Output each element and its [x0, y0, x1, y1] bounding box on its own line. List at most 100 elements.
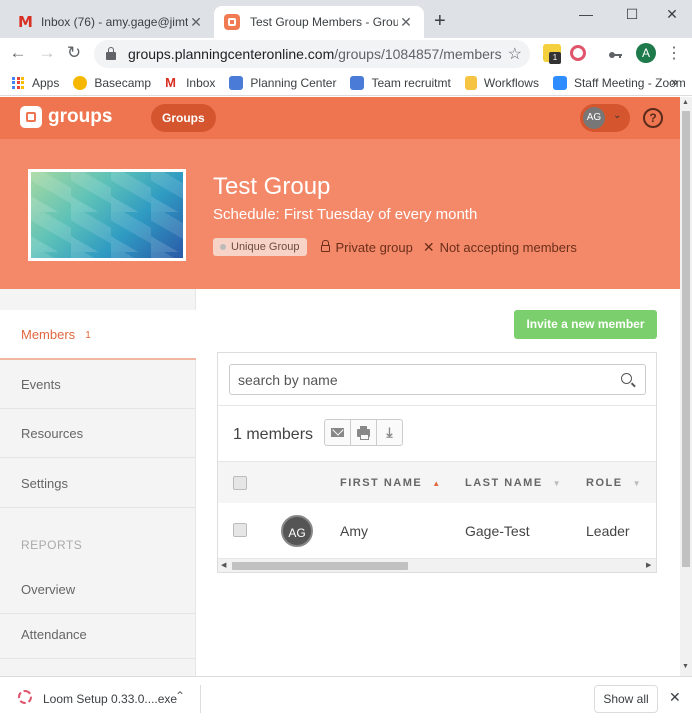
close-download-bar-icon[interactable]: ✕ — [669, 689, 681, 706]
printer-icon — [357, 425, 370, 440]
scroll-right-icon[interactable]: ▶ — [646, 561, 651, 569]
lock-icon — [106, 47, 116, 60]
bookmark-staff-meeting-zoom[interactable]: Staff Meeting - Zoom — [552, 75, 686, 90]
back-button[interactable]: ← — [8, 43, 28, 63]
sidebar-item-label: Overview — [21, 581, 76, 597]
extension-icon[interactable]: 1 — [543, 44, 561, 64]
sort-icon: ▼ — [552, 479, 563, 488]
scroll-left-icon[interactable]: ◀ — [221, 561, 226, 569]
address-bar[interactable]: groups.planningcenteronline.com/groups/1… — [94, 40, 530, 68]
select-all-checkbox[interactable] — [233, 476, 247, 490]
tab-test-group-members[interactable]: Test Group Members - Groups ✕ — [214, 6, 424, 38]
last-name-cell: Gage-Test — [465, 523, 530, 539]
sort-ascending-icon: ▲ — [432, 479, 442, 488]
group-header-image — [28, 169, 186, 261]
sidebar-item-events[interactable]: Events — [0, 360, 196, 409]
badge-label: Unique Group — [231, 241, 300, 253]
gmail-icon: M — [18, 13, 33, 31]
divider — [200, 685, 201, 713]
minimize-button[interactable]: — — [571, 6, 601, 22]
profile-avatar[interactable]: A — [636, 43, 656, 63]
app-switcher-chevron-icon[interactable]: ⌄ — [104, 109, 114, 123]
vertical-scrollbar[interactable]: ▲ ▼ — [680, 97, 692, 676]
member-actions: ⤓ — [324, 419, 403, 446]
export-members-button[interactable]: ⤓ — [376, 419, 403, 446]
download-file-name[interactable]: Loom Setup 0.33.0....exe — [43, 692, 177, 706]
sidebar-item-label: Settings — [21, 475, 68, 491]
members-count-badge: 1 — [85, 329, 91, 341]
chevron-up-icon[interactable]: ⌃ — [175, 689, 185, 703]
column-first-name[interactable]: FIRST NAME ▲ — [340, 477, 442, 489]
invite-member-button[interactable]: Invite a new member — [514, 310, 657, 339]
browser-tab-strip: M Inbox (76) - amy.gage@jimtown ✕ Test G… — [0, 0, 692, 38]
group-type-badge: Unique Group — [213, 238, 307, 256]
zoom-icon — [552, 75, 567, 90]
tab-title: Inbox (76) - amy.gage@jimtown — [40, 15, 188, 29]
lock-icon — [320, 240, 330, 252]
scrollbar-thumb[interactable] — [232, 562, 408, 570]
key-icon[interactable] — [608, 48, 622, 58]
search-icon[interactable] — [621, 373, 632, 384]
extension-badge: 1 — [549, 52, 561, 64]
basecamp-icon — [73, 75, 88, 90]
bookmark-workflows[interactable]: Workflows — [464, 75, 539, 90]
table-row[interactable]: AG Amy Gage-Test Leader — [218, 503, 656, 557]
close-tab-icon[interactable]: ✕ — [188, 14, 204, 31]
chevron-down-icon: ⌄ — [613, 110, 622, 121]
envelope-icon — [331, 428, 344, 437]
user-menu-button[interactable]: AG ⌄ — [580, 104, 630, 132]
planning-center-icon — [350, 75, 365, 90]
member-count: 1 members — [233, 426, 314, 443]
bookmark-team-recruitmt[interactable]: Team recruitmt — [350, 75, 451, 90]
bookmark-label: Inbox — [186, 75, 216, 90]
search-input[interactable] — [230, 365, 600, 394]
maximize-button[interactable]: ☐ — [617, 6, 647, 23]
close-window-button[interactable]: ✕ — [657, 6, 687, 23]
role-cell: Leader — [586, 523, 630, 539]
column-role[interactable]: ROLE ▼ — [586, 477, 642, 489]
app-name[interactable]: groups — [48, 106, 112, 128]
tab-gmail-inbox[interactable]: M Inbox (76) - amy.gage@jimtown ✕ — [8, 6, 214, 38]
print-members-button[interactable] — [350, 419, 377, 446]
bookmarks-bar: Apps Basecamp M Inbox Planning Center Te… — [0, 70, 692, 96]
sidebar-item-settings[interactable]: Settings — [0, 459, 196, 508]
column-label: FIRST NAME — [340, 477, 423, 489]
sidebar-item-overview[interactable]: Overview — [0, 565, 196, 614]
browser-toolbar: ← → ↻ groups.planningcenteronline.com/gr… — [0, 38, 692, 70]
groups-nav-button[interactable]: Groups — [151, 104, 216, 132]
sidebar-item-members[interactable]: Members 1 — [0, 310, 196, 360]
enrollment-status: ✕ Not accepting members — [423, 239, 577, 256]
reload-button[interactable]: ↻ — [64, 43, 84, 63]
browser-menu-icon[interactable]: ⋮ — [666, 43, 682, 63]
bookmark-label: Basecamp — [94, 75, 152, 90]
bookmark-apps[interactable]: Apps — [12, 76, 59, 90]
sidebar: Members 1 Events Resources Settings REPO… — [0, 289, 196, 676]
help-icon[interactable]: ? — [643, 108, 663, 128]
horizontal-scrollbar[interactable]: ◀ ▶ — [218, 558, 656, 572]
show-all-downloads-button[interactable]: Show all — [594, 685, 658, 713]
scroll-up-icon[interactable]: ▲ — [682, 99, 689, 106]
sidebar-item-label: Attendance — [21, 626, 87, 642]
privacy-label: Private group — [335, 239, 413, 255]
new-tab-button[interactable]: + — [434, 10, 446, 33]
bookmark-basecamp[interactable]: Basecamp — [73, 75, 152, 90]
scroll-down-icon[interactable]: ▼ — [682, 663, 689, 670]
bookmark-inbox[interactable]: M Inbox — [165, 75, 216, 90]
loom-extension-icon[interactable] — [570, 45, 586, 61]
groups-logo-icon[interactable] — [20, 106, 42, 128]
bookmark-planning-center[interactable]: Planning Center — [229, 75, 336, 90]
apps-grid-icon — [12, 76, 24, 89]
bookmark-label: Apps — [32, 75, 60, 90]
more-bookmarks-icon[interactable]: » — [671, 74, 678, 89]
row-checkbox[interactable] — [233, 523, 247, 537]
sidebar-item-resources[interactable]: Resources — [0, 409, 196, 458]
forward-button[interactable]: → — [37, 43, 57, 63]
column-last-name[interactable]: LAST NAME ▼ — [465, 477, 562, 489]
email-members-button[interactable] — [324, 419, 351, 446]
bookmark-star-icon[interactable]: ☆ — [508, 44, 522, 64]
scrollbar-thumb[interactable] — [682, 111, 690, 567]
sidebar-item-attendance[interactable]: Attendance — [0, 610, 196, 659]
first-name-cell: Amy — [340, 523, 368, 539]
close-tab-icon[interactable]: ✕ — [398, 14, 414, 31]
group-tags: Unique Group Private group ✕ Not accepti… — [213, 238, 587, 256]
